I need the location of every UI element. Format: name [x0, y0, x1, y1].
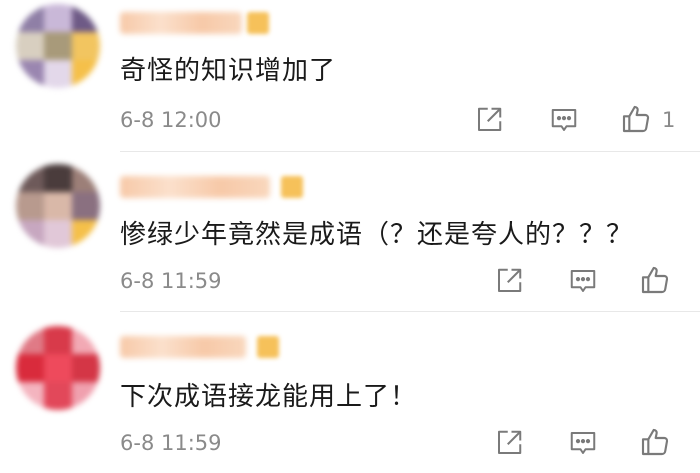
username[interactable] — [120, 336, 246, 358]
avatar-pixel — [44, 192, 72, 220]
thumbs-up-icon[interactable] — [638, 263, 672, 297]
avatar-pixel — [72, 192, 100, 220]
avatar-pixel — [44, 220, 72, 248]
avatar-pixel — [44, 4, 72, 32]
avatar-pixel — [16, 326, 44, 354]
avatar-pixel — [72, 164, 100, 192]
share-icon[interactable] — [492, 426, 526, 460]
avatar-pixel — [44, 382, 72, 410]
avatar-pixel — [16, 220, 44, 248]
comment-icon[interactable] — [566, 426, 600, 460]
comment-item: 下次成语接龙能用上了！ 6-8 11:59 — [0, 312, 700, 473]
avatar[interactable] — [16, 326, 100, 410]
avatar-pixel — [72, 382, 100, 410]
comment-icon[interactable] — [547, 103, 581, 137]
comment-text: 惨绿少年竟然是成语（？还是夸人的？？？ — [120, 220, 634, 250]
comment-text: 下次成语接龙能用上了！ — [120, 382, 418, 412]
thumbs-up-icon[interactable] — [619, 102, 653, 136]
comment-text: 奇怪的知识增加了 — [120, 56, 337, 86]
comment-icon[interactable] — [566, 264, 600, 298]
vip-badge — [247, 12, 269, 34]
username[interactable] — [120, 176, 270, 198]
like-count: 1 — [662, 108, 676, 132]
avatar-pixel — [72, 220, 100, 248]
timestamp: 6-8 11:59 — [120, 431, 222, 455]
avatar-pixel — [72, 32, 100, 60]
thumbs-up-icon[interactable] — [638, 425, 672, 459]
avatar-pixel — [72, 4, 100, 32]
avatar-pixel — [16, 164, 44, 192]
avatar-pixel — [72, 326, 100, 354]
avatar-pixel — [16, 192, 44, 220]
avatar-pixel — [44, 32, 72, 60]
avatar-pixel — [16, 4, 44, 32]
avatar-pixel — [44, 354, 72, 382]
share-icon[interactable] — [472, 103, 506, 137]
avatar-pixel — [16, 354, 44, 382]
avatar-pixel — [72, 354, 100, 382]
comment-item: 惨绿少年竟然是成语（？还是夸人的？？？ 6-8 11:59 — [0, 152, 700, 312]
avatar-pixel — [16, 32, 44, 60]
avatar-pixel — [44, 164, 72, 192]
vip-badge — [281, 176, 303, 198]
avatar-pixel — [16, 382, 44, 410]
username[interactable] — [120, 12, 242, 34]
avatar[interactable] — [16, 4, 100, 88]
avatar-pixel — [72, 60, 100, 88]
avatar-pixel — [16, 60, 44, 88]
timestamp: 6-8 12:00 — [120, 108, 222, 132]
avatar-pixel — [44, 326, 72, 354]
avatar-pixel — [44, 60, 72, 88]
avatar[interactable] — [16, 164, 100, 248]
timestamp: 6-8 11:59 — [120, 269, 222, 293]
share-icon[interactable] — [492, 264, 526, 298]
vip-badge — [257, 336, 279, 358]
comment-item: 奇怪的知识增加了 6-8 12:00 1 — [0, 0, 700, 152]
